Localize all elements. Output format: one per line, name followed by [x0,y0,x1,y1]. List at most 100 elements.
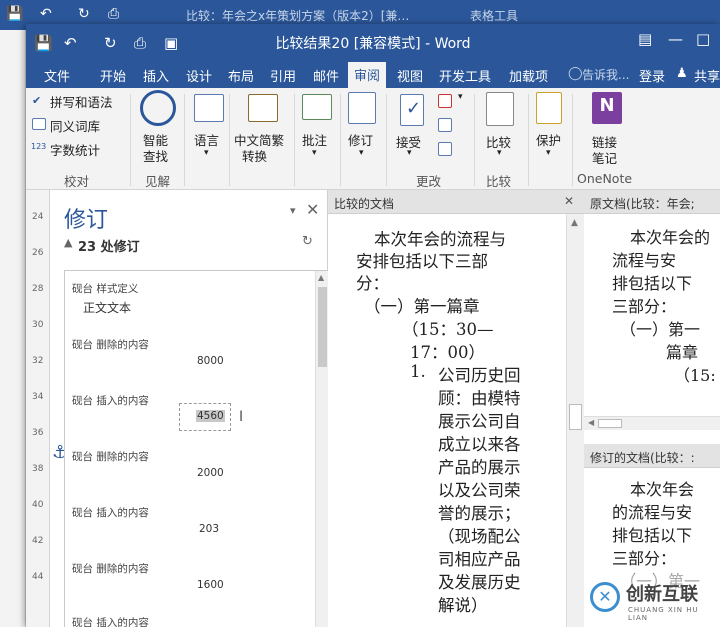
redo-icon[interactable]: ↻ [78,6,90,22]
divider [340,94,341,186]
lock-icon [536,92,562,124]
close-icon[interactable]: ✕ [564,194,574,208]
chinese-conversion-label-2[interactable]: 转换 [242,146,267,165]
tell-me-input[interactable]: 告诉我... [582,66,629,83]
comments-button[interactable]: 批注 [302,130,327,149]
scroll-up-icon[interactable]: ▲ [318,273,324,282]
save-icon[interactable]: 💾 [6,6,23,22]
compared-document-scrollbar[interactable]: ▲ [566,214,584,627]
tab-view[interactable]: 视图 [397,66,423,85]
revision-header[interactable]: 砚台 插入的内容 [72,505,149,520]
doc-line: 的流程与安 [612,503,693,522]
revision-value: 1600 [197,579,224,591]
undo-icon[interactable]: ↶ [40,6,52,22]
scroll-thumb[interactable] [598,419,622,428]
tab-references[interactable]: 引用 [270,66,296,85]
spelling-icon: ✔ [32,94,42,107]
text-cursor-icon: I [239,409,244,425]
linked-notes-label-2[interactable]: 笔记 [592,148,617,167]
track-changes-button[interactable]: 修订 [348,130,373,149]
refresh-icon[interactable]: ↻ [302,234,313,249]
tab-developer[interactable]: 开发工具 [439,66,491,85]
divider [229,94,230,186]
collapse-icon[interactable]: ▲ [64,236,72,249]
revision-header[interactable]: 砚台 插入的内容 [72,615,149,627]
compare-group-label: 比较 [486,174,512,189]
doc-line: 排包括以下 [612,274,693,293]
doc-line: 成立以来各 [438,435,521,454]
scroll-up-icon[interactable]: ▲ [571,218,578,228]
maximize-icon[interactable]: □ [696,30,710,48]
doc-line: 排包括以下 [612,526,693,545]
chinese-conversion-icon [248,94,278,122]
table-tools-tab[interactable]: 表格工具 [470,7,518,24]
spelling-button[interactable]: 拼写和语法 [50,92,113,111]
tab-review[interactable]: 审阅 [348,62,387,88]
revision-header[interactable]: 砚台 删除的内容 [72,449,149,464]
revision-value: 2000 [197,467,224,479]
revised-document-title: 修订的文档(比较：: [590,451,695,465]
scroll-thumb[interactable] [569,404,582,430]
window-title: 比较结果20 [兼容模式] - Word [275,36,471,52]
vertical-ruler: 24 26 28 30 32 34 36 38 40 42 44 [26,190,50,627]
revision-header[interactable]: 砚台 样式定义 [72,281,138,296]
doc-line: 17：00） [410,343,485,362]
wordcount-button[interactable]: 字数统计 [50,140,100,159]
watermark-name: 创新互联 [626,584,698,605]
tab-mailings[interactable]: 邮件 [313,66,339,85]
tab-file[interactable]: 文件 [44,66,70,85]
language-icon [194,94,224,122]
divider [572,94,573,186]
language-button[interactable]: 语言 [194,130,219,149]
pane-options-icon[interactable]: ▾ [290,204,296,217]
scroll-thumb[interactable] [318,287,327,367]
divider [528,94,529,186]
revision-edit-box[interactable]: 4560 [179,403,231,431]
chevron-down-icon: ▾ [204,148,209,158]
previous-change-icon[interactable] [438,118,452,132]
doc-line: 三部分： [612,297,677,316]
print-preview-icon[interactable]: ⎙ [108,6,119,22]
thesaurus-button[interactable]: 同义词库 [50,116,100,135]
tab-insert[interactable]: 插入 [143,66,169,85]
signin-link[interactable]: 登录 [639,66,665,85]
protect-button[interactable]: 保护 [536,130,561,149]
chevron-down-icon: ▾ [546,148,551,158]
source-panes: 原文档(比较：年会; 本次年会的 流程与安 排包括以下 三部分： （一）第一 篇… [584,190,720,627]
tab-addins[interactable]: 加载项 [509,66,548,85]
original-document-hscrollbar[interactable]: ◀ [584,416,720,430]
tab-layout[interactable]: 布局 [228,66,254,85]
chevron-down-icon: ▾ [497,148,502,158]
doc-line: 以及公司荣 [438,481,521,500]
next-change-icon[interactable] [438,142,452,156]
revision-value: 8000 [197,355,224,367]
ribbon-tabs: 文件 开始 插入 设计 布局 引用 邮件 审阅 视图 开发工具 加载项 ◯ 告诉… [26,62,720,88]
revisions-scrollbar[interactable]: ▲ [315,271,329,627]
revision-header[interactable]: 砚台 删除的内容 [72,337,149,352]
tab-home[interactable]: 开始 [100,66,126,85]
close-icon[interactable]: ✕ [306,200,319,219]
smart-lookup-label-2[interactable]: 查找 [143,146,168,165]
divider [294,94,295,186]
onenote-icon: N [592,92,622,124]
doc-line: 誉的展示； [438,504,521,523]
proofing-group-label: 校对 [64,174,90,189]
revision-header[interactable]: 砚台 删除的内容 [72,561,149,576]
minimize-icon[interactable]: — [668,30,683,48]
doc-line: 及发展历史 [438,573,521,592]
doc-line: 分： [356,274,389,293]
revision-value: 4560 [196,410,225,422]
compare-icon [486,92,514,126]
chevron-down-icon: ▾ [359,148,364,158]
scroll-left-icon[interactable]: ◀ [588,418,594,427]
revision-header[interactable]: 砚台 插入的内容 [72,393,149,408]
wordcount-icon: 123 [31,142,47,151]
comment-icon [302,94,332,120]
tab-design[interactable]: 设计 [186,66,212,85]
reject-icon[interactable] [438,94,452,108]
share-button[interactable]: 共享 [694,66,720,85]
track-changes-icon [348,92,376,124]
doc-line: 1. [410,362,426,381]
doc-line: 产品的展示 [438,458,521,477]
ribbon-options-icon[interactable]: ▤ [638,30,652,48]
